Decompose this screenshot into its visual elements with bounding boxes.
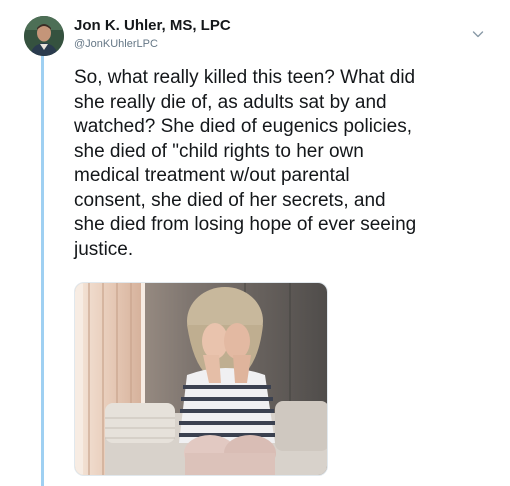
avatar[interactable] (24, 16, 64, 56)
chevron-down-icon[interactable] (470, 26, 486, 42)
tweet-media[interactable] (74, 282, 328, 476)
thread-line (41, 56, 44, 486)
author-handle[interactable]: @JonKUhlerLPC (74, 36, 231, 52)
avatar-photo-icon (24, 16, 64, 56)
author-name[interactable]: Jon K. Uhler, MS, LPC (74, 17, 231, 35)
photo-crying-woman-icon (75, 283, 327, 475)
tweet-text: So, what really killed this teen? What d… (74, 67, 417, 260)
author-block: Jon K. Uhler, MS, LPC @JonKUhlerLPC (74, 17, 231, 52)
